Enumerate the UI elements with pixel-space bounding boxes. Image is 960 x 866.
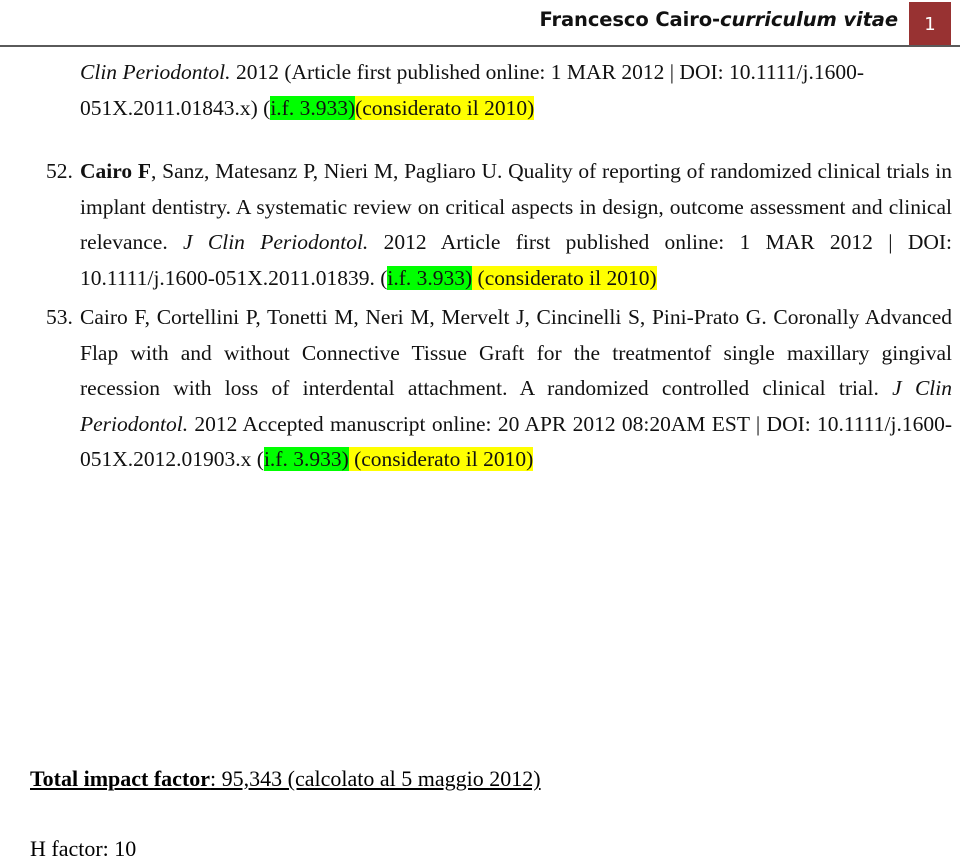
reference-authors: , Sanz, Matesanz P, Nieri M, Pagliaro U. xyxy=(151,159,503,183)
reference-entry: 52. Cairo F, Sanz, Matesanz P, Nieri M, … xyxy=(0,154,960,296)
page-number: 1 xyxy=(924,13,936,35)
reference-authors: Cairo F, Cortellini P, Tonetti M, Neri M… xyxy=(80,305,767,329)
reference-text: Cairo F, Cortellini P, Tonetti M, Neri M… xyxy=(80,300,952,478)
header-divider xyxy=(0,45,960,47)
page-title-name: Francesco Cairo- xyxy=(539,8,721,31)
reference-number: 52. xyxy=(46,159,73,183)
reference-number: 53. xyxy=(46,305,73,329)
page-title: Francesco Cairo-curriculum vitae xyxy=(539,8,898,31)
document-body: Clin Periodontol. 2012 (Article first pu… xyxy=(0,55,960,478)
page-number-badge: 1 xyxy=(909,2,951,46)
total-impact-factor-value: : 95,343 (calcolato al 5 maggio 2012) xyxy=(210,766,541,791)
h-factor: H factor: 10 xyxy=(30,836,137,861)
reference-journal: J Clin Periodontol. xyxy=(183,230,369,254)
reference-author-highlight: Cairo F xyxy=(80,159,152,183)
total-impact-factor-label: Total impact factor xyxy=(30,766,211,791)
reference-impact-factor: i.f. 3.933) xyxy=(263,447,349,471)
lead-journal-name: Clin Periodontol. xyxy=(80,60,231,84)
reference-impact-factor: i.f. 3.933) xyxy=(387,265,473,290)
page-title-subtitle: curriculum vitae xyxy=(720,8,898,31)
reference-entry: 53. Cairo F, Cortellini P, Tonetti M, Ne… xyxy=(0,300,960,478)
lead-year-note: (considerato il 2010) xyxy=(355,95,535,120)
total-impact-factor: Total impact factor: 95,343 (calcolato a… xyxy=(0,762,541,796)
lead-paragraph: Clin Periodontol. 2012 (Article first pu… xyxy=(0,55,872,126)
reference-text: Cairo F, Sanz, Matesanz P, Nieri M, Pagl… xyxy=(80,154,952,296)
reference-year-note: (considerato il 2010) xyxy=(472,265,657,290)
lead-impact-factor: i.f. 3.933) xyxy=(270,95,356,120)
total-impact-factor-line: Total impact factor: 95,343 (calcolato a… xyxy=(0,762,960,796)
page-header: Francesco Cairo-curriculum vitae 1 xyxy=(0,0,960,47)
reference-year-note: (considerato il 2010) xyxy=(348,447,534,471)
totals-section: Total impact factor: 95,343 (calcolato a… xyxy=(0,762,960,866)
